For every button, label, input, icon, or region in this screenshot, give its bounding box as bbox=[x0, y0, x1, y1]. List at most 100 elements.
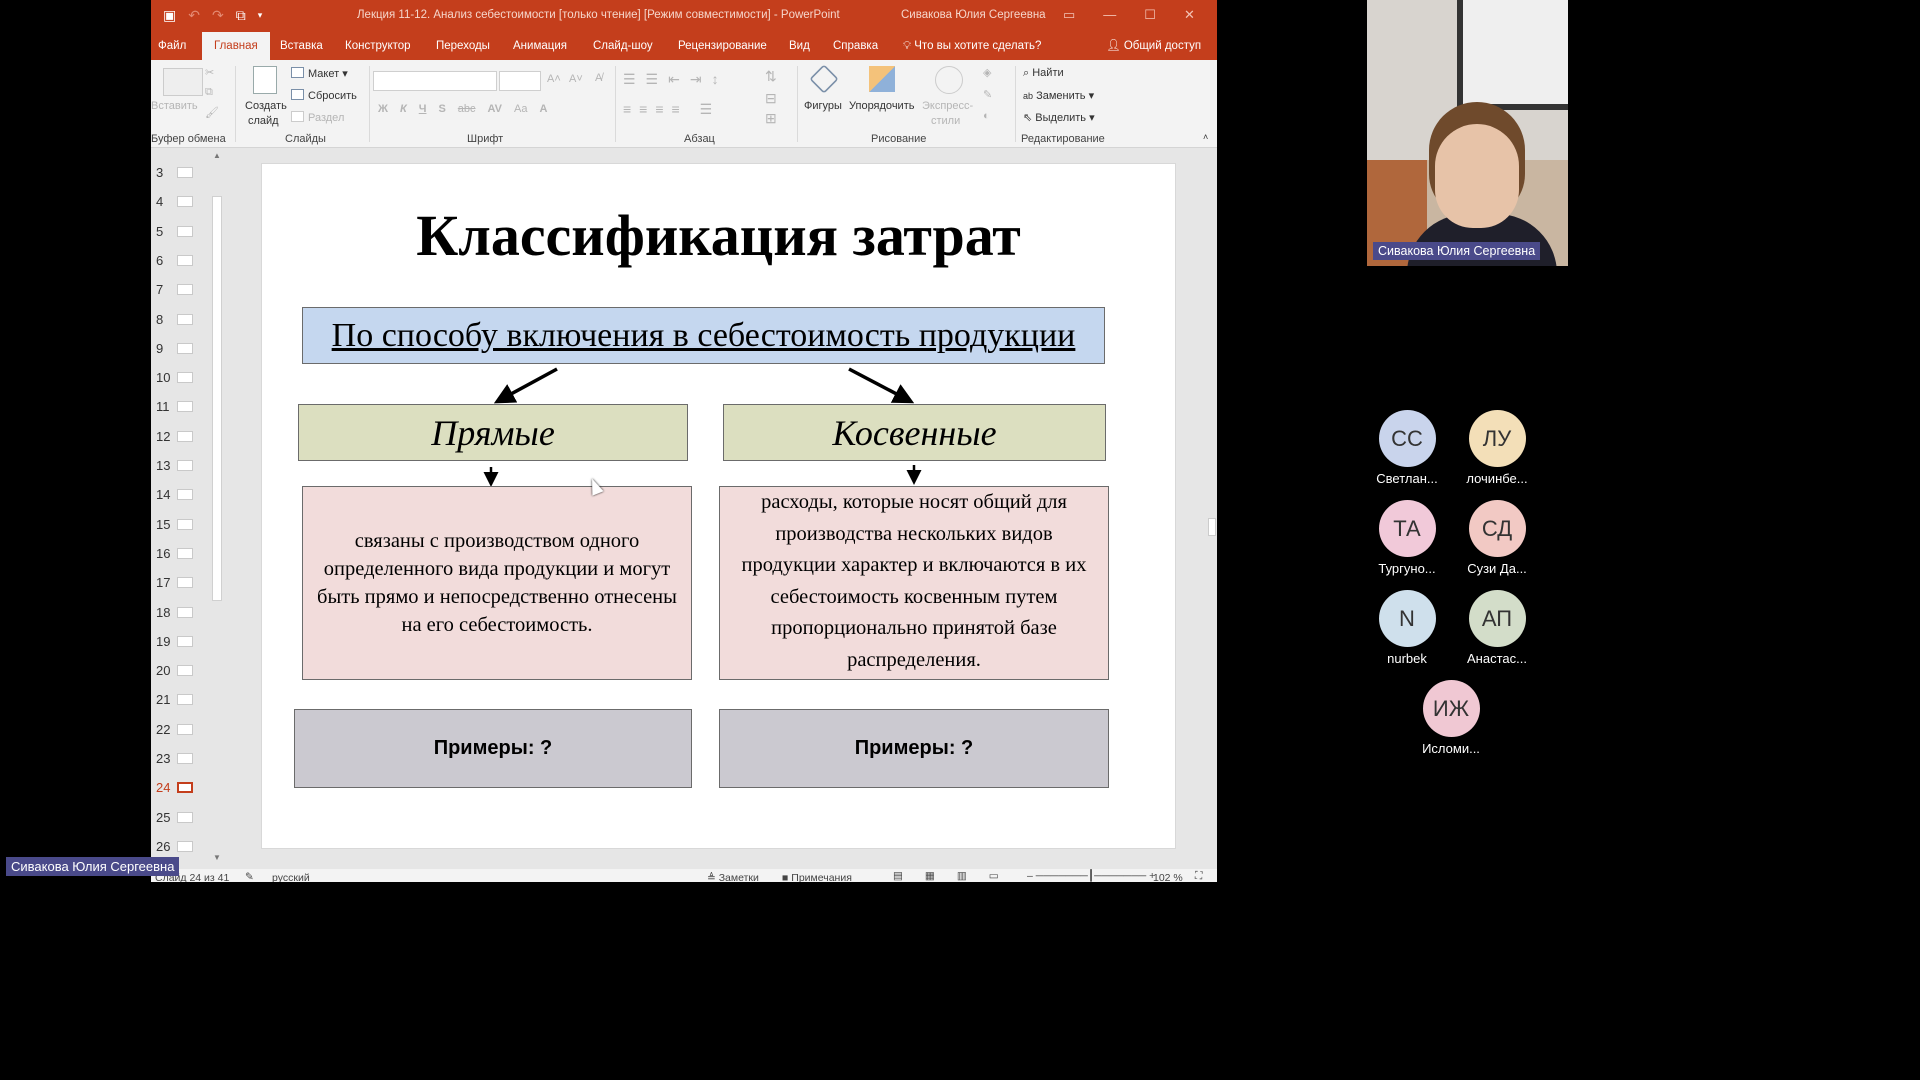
indirect-examples-box[interactable]: Примеры: ? bbox=[719, 709, 1109, 788]
tab-animations[interactable]: Анимация bbox=[513, 32, 567, 60]
slide-thumbnail[interactable]: 17 bbox=[151, 573, 211, 593]
underline-button[interactable]: Ч bbox=[419, 103, 427, 115]
participant-tile[interactable]: Nnurbek bbox=[1362, 590, 1452, 666]
select-button[interactable]: ⇖ Выделить ▾ bbox=[1023, 111, 1095, 124]
scroll-down-icon[interactable]: ▼ bbox=[213, 853, 221, 862]
tab-slideshow[interactable]: Слайд-шоу bbox=[593, 32, 653, 60]
grow-font-icon[interactable]: A˄ bbox=[547, 73, 561, 85]
arrange-button[interactable]: Упорядочить bbox=[849, 100, 914, 112]
slide-thumbnail[interactable]: 3 bbox=[151, 163, 211, 183]
slide-thumbnail[interactable]: 7 bbox=[151, 280, 211, 300]
section-button[interactable]: Раздел bbox=[291, 111, 344, 124]
slide-thumbnail[interactable]: 9 bbox=[151, 339, 211, 359]
tab-design[interactable]: Конструктор bbox=[345, 32, 411, 60]
slide-thumbnail[interactable]: 10 bbox=[151, 368, 211, 388]
tell-me-search[interactable]: 💡︎ Что вы хотите сделать? bbox=[903, 32, 1041, 60]
spacing-button[interactable]: AV bbox=[488, 103, 502, 115]
shapes-icon[interactable] bbox=[809, 64, 839, 94]
slide-thumbnail[interactable]: 20 bbox=[151, 661, 211, 681]
slide-canvas[interactable]: Классификация затрат По способу включени… bbox=[261, 163, 1176, 849]
slide-thumbnail[interactable]: 14 bbox=[151, 485, 211, 505]
cut-icon[interactable]: ✂ bbox=[205, 66, 214, 79]
new-slide-label-2[interactable]: слайд bbox=[248, 115, 279, 127]
zoom-slider[interactable]: – ───────┃─────── + bbox=[1027, 870, 1155, 882]
slide-thumbnail[interactable]: 19 bbox=[151, 632, 211, 652]
shape-fill-icon[interactable]: ◈ bbox=[983, 66, 991, 79]
shrink-font-icon[interactable]: A˅ bbox=[569, 73, 583, 85]
slide-thumbnail[interactable]: 8 bbox=[151, 310, 211, 330]
italic-button[interactable]: К bbox=[400, 103, 407, 115]
slide-thumbnail[interactable]: 22 bbox=[151, 720, 211, 740]
list-buttons[interactable]: ☰☰⇤⇥↕ bbox=[623, 71, 729, 88]
change-case-button[interactable]: Aa bbox=[514, 103, 527, 115]
direct-examples-box[interactable]: Примеры: ? bbox=[294, 709, 692, 788]
tab-review[interactable]: Рецензирование bbox=[678, 32, 767, 60]
text-direction-icon[interactable]: ⇅ bbox=[765, 68, 777, 85]
slide-thumbnail[interactable]: 26 bbox=[151, 837, 211, 857]
bold-button[interactable]: Ж bbox=[378, 103, 388, 115]
direct-costs-heading[interactable]: Прямые bbox=[298, 404, 688, 461]
spellcheck-icon[interactable]: ✎ bbox=[245, 871, 254, 882]
font-name-field[interactable] bbox=[373, 71, 497, 91]
tab-home[interactable]: Главная bbox=[202, 32, 270, 60]
participant-tile[interactable]: ИЖ Исломи... bbox=[1406, 680, 1496, 756]
slide-thumbnail[interactable]: 11 bbox=[151, 397, 211, 417]
redo-icon[interactable]: ↷ bbox=[212, 7, 224, 24]
shape-effects-icon[interactable]: ◐ bbox=[983, 110, 990, 122]
thumbnail-scrollbar[interactable]: ▲ ▼ bbox=[211, 149, 223, 869]
slide-thumbnail[interactable]: 21 bbox=[151, 690, 211, 710]
indirect-costs-description[interactable]: расходы, которые носят общий для произво… bbox=[719, 486, 1109, 680]
quick-styles-icon[interactable] bbox=[935, 66, 963, 94]
view-buttons[interactable]: ▤▦▥▭ bbox=[893, 870, 1021, 882]
layout-button[interactable]: Макет ▾ bbox=[291, 67, 348, 80]
collapse-ribbon-icon[interactable]: ˄ bbox=[1203, 132, 1208, 142]
tab-file[interactable]: Файл bbox=[158, 32, 186, 60]
share-button[interactable]: 👤︎ Общий доступ bbox=[1106, 32, 1201, 60]
new-slide-label-1[interactable]: Создать bbox=[245, 100, 287, 112]
slide-thumbnail[interactable]: 6 bbox=[151, 251, 211, 271]
account-name[interactable]: Сивакова Юлия Сергеевна bbox=[901, 9, 1046, 21]
maximize-icon[interactable]: ☐ bbox=[1144, 7, 1156, 23]
customize-qat-icon[interactable]: ▾ bbox=[258, 7, 263, 24]
scroll-thumb[interactable] bbox=[212, 196, 222, 601]
slide-vertical-scrollbar[interactable] bbox=[1207, 150, 1217, 869]
participant-tile[interactable]: АП Анастас... bbox=[1452, 590, 1542, 666]
notes-button[interactable]: ≜ Заметки bbox=[707, 872, 759, 882]
participant-tile[interactable]: СС Светлан... bbox=[1362, 410, 1452, 486]
slide-thumbnail[interactable]: 18 bbox=[151, 603, 211, 623]
fit-slide-icon[interactable]: ⛶ bbox=[1195, 870, 1202, 882]
clear-format-icon[interactable]: A̸ bbox=[595, 72, 602, 84]
direct-costs-description[interactable]: связаны с производством одного определен… bbox=[302, 486, 692, 680]
align-text-icon[interactable]: ⊟ bbox=[765, 90, 777, 107]
slide-scroll-thumb[interactable] bbox=[1208, 518, 1216, 536]
shadow-button[interactable]: S bbox=[438, 103, 445, 115]
arrange-icon[interactable] bbox=[869, 66, 895, 92]
tab-insert[interactable]: Вставка bbox=[280, 32, 323, 60]
format-painter-icon[interactable]: 🖌︎ bbox=[205, 106, 219, 119]
zoom-level[interactable]: 102 % bbox=[1153, 872, 1183, 882]
smartart-icon[interactable]: ⊞ bbox=[765, 110, 777, 127]
presenter-video[interactable]: Сивакова Юлия Сергеевна bbox=[1367, 0, 1568, 266]
tab-help[interactable]: Справка bbox=[833, 32, 878, 60]
slide-thumbnail[interactable]: 23 bbox=[151, 749, 211, 769]
save-icon[interactable]: ▣ bbox=[163, 7, 176, 24]
slide-thumbnail[interactable]: 16 bbox=[151, 544, 211, 564]
paste-icon[interactable] bbox=[163, 68, 203, 96]
slide-thumbnail[interactable]: 13 bbox=[151, 456, 211, 476]
font-color-button[interactable]: A bbox=[539, 103, 547, 115]
shapes-button[interactable]: Фигуры bbox=[804, 100, 842, 112]
participant-tile[interactable]: ЛУ лочинбе... bbox=[1452, 410, 1542, 486]
slide-thumbnail[interactable]: 4 bbox=[151, 192, 211, 212]
slide-thumbnail[interactable]: 15 bbox=[151, 515, 211, 535]
slide-thumbnail[interactable]: 12 bbox=[151, 427, 211, 447]
replace-button[interactable]: ab Заменить ▾ bbox=[1023, 89, 1094, 102]
new-slide-icon[interactable] bbox=[253, 66, 277, 94]
minimize-icon[interactable]: — bbox=[1103, 7, 1116, 23]
tab-view[interactable]: Вид bbox=[789, 32, 810, 60]
slideshow-icon[interactable]: ⧉ bbox=[236, 7, 246, 24]
participant-tile[interactable]: ТА Тургуно... bbox=[1362, 500, 1452, 576]
comments-button[interactable]: ■ Примечания bbox=[782, 872, 852, 882]
align-buttons[interactable]: ≡≡≡≡ ☰ bbox=[623, 101, 720, 118]
slide-thumbnail[interactable]: 25 bbox=[151, 808, 211, 828]
close-icon[interactable]: ✕ bbox=[1184, 7, 1195, 23]
